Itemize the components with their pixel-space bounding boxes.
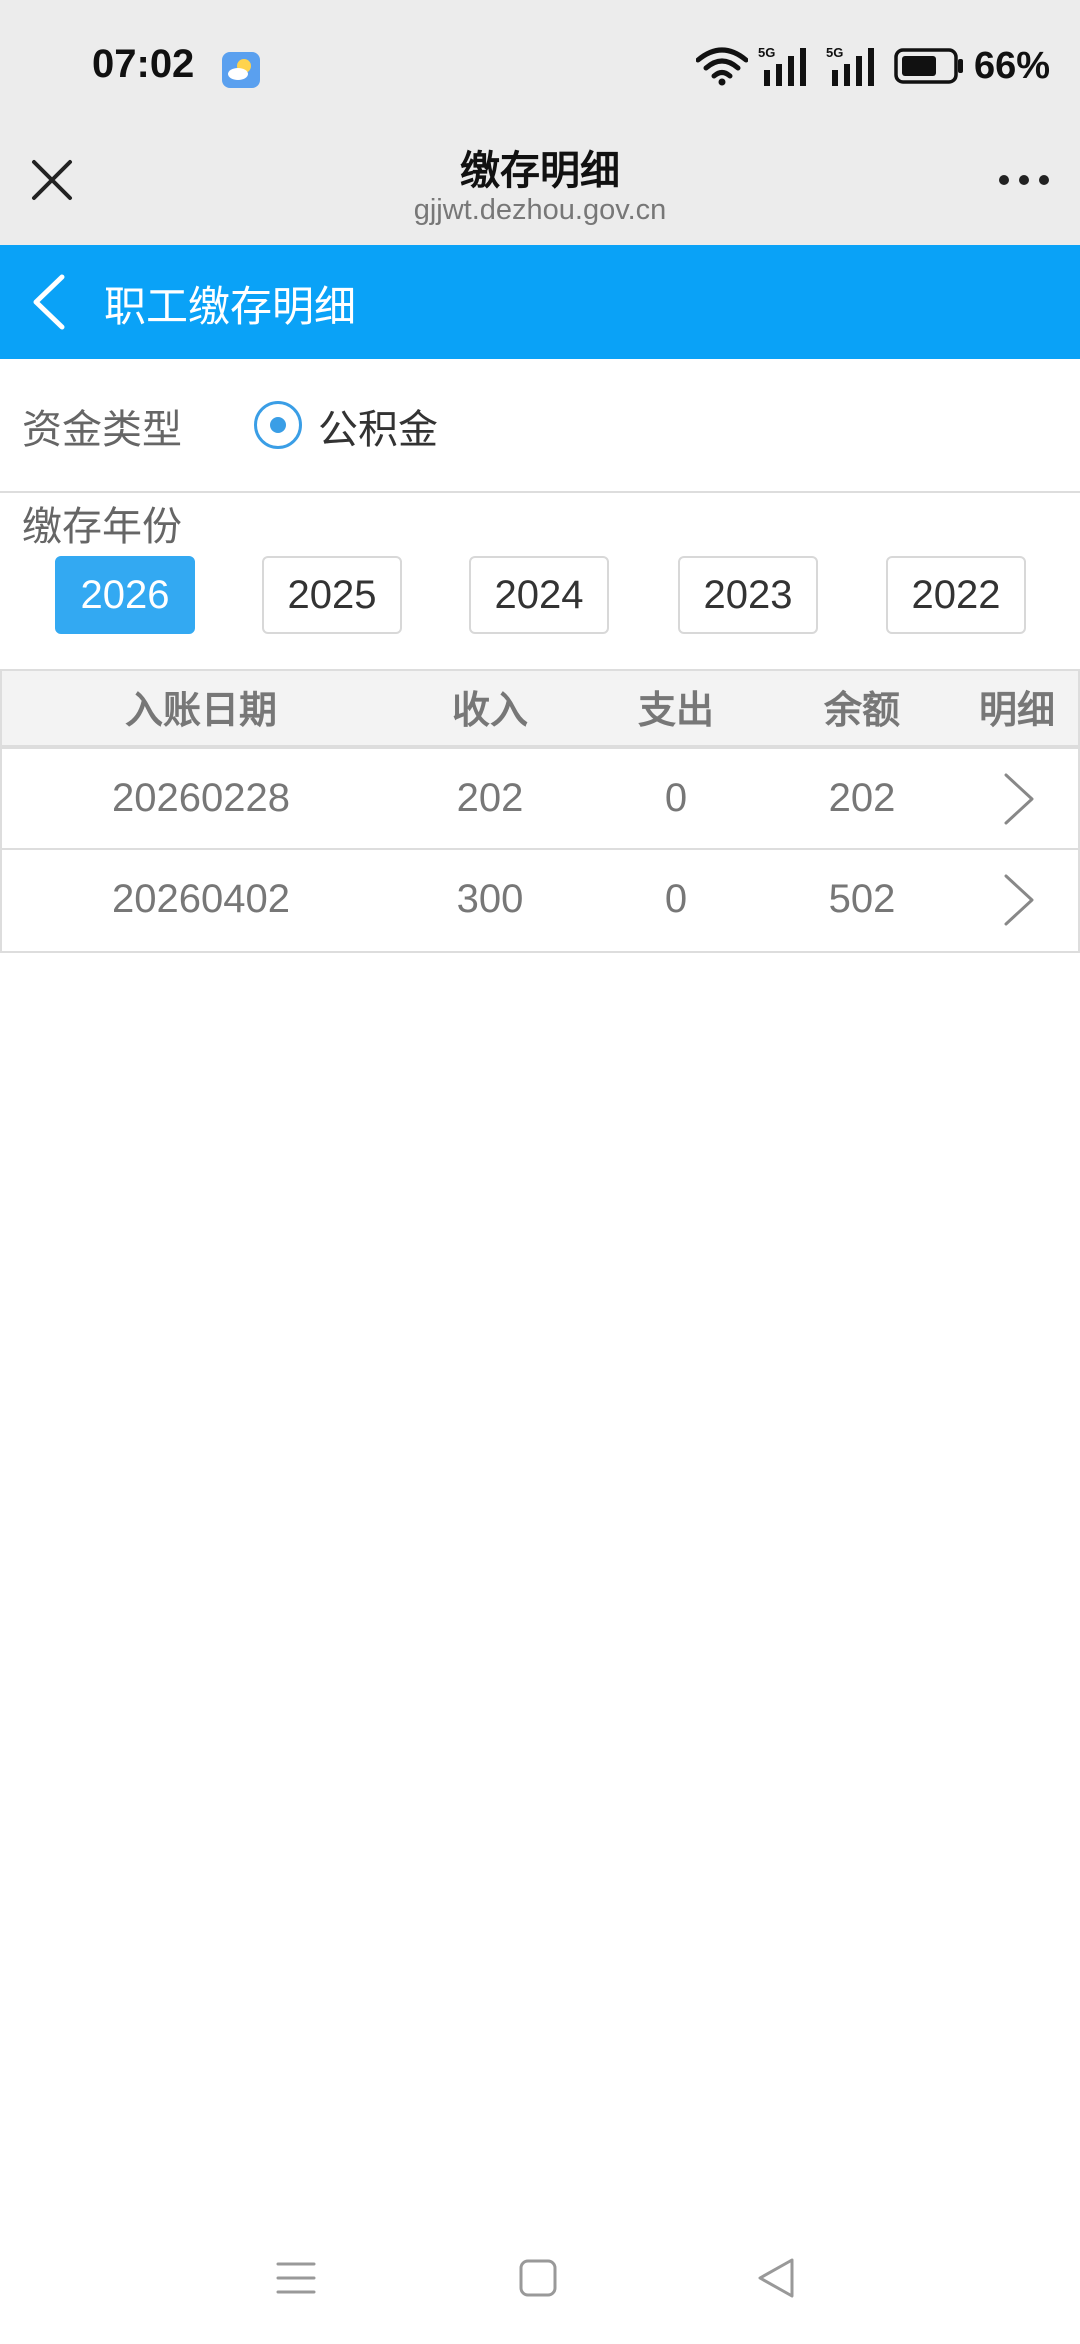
chevron-right-icon — [1004, 773, 1034, 825]
table-row[interactable]: 20260228 202 0 202 — [2, 749, 1078, 850]
cell-expense: 0 — [664, 877, 688, 921]
network-label-2: 5G — [826, 45, 843, 60]
battery-icon — [894, 48, 963, 84]
system-nav-bar — [0, 2230, 1080, 2344]
fund-type-radio[interactable] — [254, 401, 302, 449]
year-button-2023[interactable]: 2023 — [678, 556, 818, 634]
fund-type-option-label[interactable]: 公积金 — [318, 397, 438, 455]
app-header: 职工缴存明细 — [0, 245, 1080, 359]
header-detail: 明细 — [978, 688, 1055, 732]
year-button-2025[interactable]: 2025 — [262, 556, 402, 634]
menu-icon — [276, 2262, 316, 2294]
header-date: 入账日期 — [124, 688, 277, 732]
radio-selected-dot — [270, 417, 286, 433]
network-label-1: 5G — [758, 45, 775, 60]
cell-balance: 202 — [828, 776, 896, 820]
year-button-2026[interactable]: 2026 — [55, 556, 195, 634]
browser-page-title: 缴存明细 — [460, 148, 620, 194]
table-header: 入账日期 收入 支出 余额 明细 — [2, 671, 1078, 749]
year-button-2024[interactable]: 2024 — [469, 556, 609, 634]
deposit-table: 入账日期 收入 支出 余额 明细 20260228 202 0 202 2026… — [0, 669, 1080, 953]
signal-icon: 5G — [758, 45, 806, 86]
weather-app-icon — [222, 52, 260, 88]
status-bar: 07:02 5G 5G 66% — [0, 0, 1080, 130]
cell-balance: 502 — [828, 877, 896, 921]
back-triangle-icon — [758, 2258, 794, 2298]
cell-income: 300 — [456, 877, 524, 921]
signal-icon-2: 5G — [826, 45, 874, 86]
home-square-icon — [519, 2259, 557, 2297]
battery-percent: 66% — [973, 44, 1050, 87]
header-balance: 余额 — [823, 688, 900, 732]
cell-date: 20260402 — [112, 877, 290, 921]
year-button-2022[interactable]: 2022 — [886, 556, 1026, 634]
chevron-right-icon — [1004, 874, 1034, 926]
chevron-left-icon — [33, 274, 65, 330]
browser-url: gjjwt.dezhou.gov.cn — [413, 194, 667, 226]
detail-button[interactable] — [1002, 771, 1036, 827]
header-expense: 支出 — [637, 688, 714, 732]
back-button[interactable] — [26, 273, 76, 331]
page-title: 职工缴存明细 — [104, 282, 357, 331]
header-income: 收入 — [451, 688, 528, 732]
home-button[interactable] — [518, 2258, 558, 2298]
fund-type-row: 资金类型 公积金 — [0, 359, 1080, 493]
table-row[interactable]: 20260402 300 0 502 — [2, 850, 1078, 951]
more-icon — [999, 175, 1049, 185]
status-right: 5G 5G 66% — [695, 44, 1050, 88]
more-button[interactable] — [998, 170, 1050, 190]
cell-expense: 0 — [664, 776, 688, 820]
cell-date: 20260228 — [112, 776, 290, 820]
status-time: 07:02 — [92, 42, 195, 86]
browser-bar: 缴存明细 gjjwt.dezhou.gov.cn — [0, 130, 1080, 245]
wifi-icon — [695, 47, 748, 86]
cell-income: 202 — [456, 776, 524, 820]
year-label: 缴存年份 — [22, 504, 182, 550]
system-back-button[interactable] — [756, 2256, 796, 2300]
fund-type-label: 资金类型 — [22, 407, 182, 453]
recent-apps-button[interactable] — [276, 2258, 316, 2298]
detail-button[interactable] — [1002, 872, 1036, 928]
